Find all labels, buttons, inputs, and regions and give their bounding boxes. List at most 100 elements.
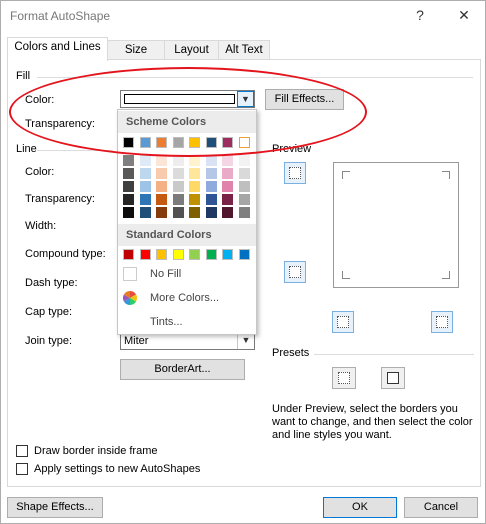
- tab-alt-text[interactable]: Alt Text: [218, 40, 270, 60]
- scheme-shade-swatch[interactable]: [172, 194, 184, 205]
- scheme-shade-swatch[interactable]: [205, 181, 217, 192]
- scheme-shade-swatch[interactable]: [189, 194, 200, 205]
- apply-new-autoshapes-checkbox[interactable]: [16, 463, 28, 475]
- right-border-button[interactable]: [431, 311, 453, 333]
- standard-color-swatch[interactable]: [156, 249, 167, 260]
- scheme-color-swatch[interactable]: [189, 137, 200, 148]
- standard-color-swatch[interactable]: [139, 249, 151, 260]
- chevron-down-icon[interactable]: ▼: [237, 333, 254, 349]
- border-bottom-icon: [289, 266, 301, 278]
- close-button[interactable]: ✕: [453, 5, 475, 25]
- scheme-color-swatch[interactable]: [222, 137, 233, 148]
- chevron-down-icon[interactable]: ▼: [237, 91, 254, 107]
- tab-colors-and-lines[interactable]: Colors and Lines: [7, 37, 108, 61]
- apply-new-autoshapes-label[interactable]: Apply settings to new AutoShapes: [34, 463, 200, 475]
- draw-border-inside-label[interactable]: Draw border inside frame: [34, 445, 158, 457]
- scheme-shade-swatch[interactable]: [238, 181, 250, 192]
- scheme-shade-swatch[interactable]: [205, 207, 217, 218]
- presets-divider: [314, 354, 474, 355]
- scheme-shade-swatch[interactable]: [156, 168, 167, 179]
- scheme-shade-swatch[interactable]: [222, 155, 233, 166]
- borderart-button[interactable]: BorderArt...: [120, 359, 245, 380]
- scheme-shade-swatch[interactable]: [222, 194, 233, 205]
- no-fill-item[interactable]: No Fill: [150, 268, 181, 280]
- line-divider: [37, 150, 113, 151]
- scheme-shade-swatch[interactable]: [222, 181, 233, 192]
- border-right-icon: [436, 316, 448, 328]
- tab-layout[interactable]: Layout: [164, 40, 219, 60]
- format-autoshape-dialog: Format AutoShape ? ✕ Colors and Lines Si…: [0, 0, 486, 524]
- scheme-shade-swatch[interactable]: [156, 181, 167, 192]
- scheme-shade-swatch[interactable]: [123, 207, 134, 218]
- scheme-shade-swatch[interactable]: [123, 168, 134, 179]
- cancel-button[interactable]: Cancel: [404, 497, 478, 518]
- scheme-shade-swatch[interactable]: [156, 207, 167, 218]
- scheme-shade-swatch[interactable]: [156, 155, 167, 166]
- corner-mark: [342, 271, 350, 279]
- fill-transparency-label: Transparency:: [25, 118, 95, 130]
- bottom-border-button[interactable]: [284, 261, 306, 283]
- help-button[interactable]: ?: [409, 5, 431, 25]
- line-width-label: Width:: [25, 220, 57, 232]
- draw-border-inside-checkbox[interactable]: [16, 445, 28, 457]
- scheme-shade-swatch[interactable]: [238, 194, 250, 205]
- scheme-color-swatch[interactable]: [172, 137, 184, 148]
- fill-effects-button[interactable]: Fill Effects...: [265, 89, 344, 110]
- standard-color-swatch[interactable]: [189, 249, 200, 260]
- preset-none-button[interactable]: [332, 367, 356, 389]
- standard-color-swatch[interactable]: [238, 249, 250, 260]
- scheme-shade-swatch[interactable]: [205, 194, 217, 205]
- scheme-shade-swatch[interactable]: [172, 168, 184, 179]
- fill-group-label: Fill: [16, 70, 31, 82]
- scheme-shade-swatch[interactable]: [238, 168, 250, 179]
- left-border-button[interactable]: [332, 311, 354, 333]
- scheme-shade-swatch[interactable]: [139, 168, 151, 179]
- scheme-shade-swatch[interactable]: [139, 194, 151, 205]
- scheme-color-swatch[interactable]: [205, 137, 217, 148]
- compound-type-label: Compound type:: [25, 248, 106, 260]
- more-colors-item[interactable]: More Colors...: [150, 292, 219, 304]
- scheme-shade-swatch[interactable]: [222, 168, 233, 179]
- tab-size[interactable]: Size: [107, 40, 165, 60]
- scheme-shade-swatch[interactable]: [238, 155, 250, 166]
- join-type-label: Join type:: [25, 335, 73, 347]
- fill-color-label: Color:: [25, 94, 55, 106]
- scheme-shade-swatch[interactable]: [123, 181, 134, 192]
- scheme-shade-swatch[interactable]: [189, 181, 200, 192]
- scheme-shade-swatch[interactable]: [238, 207, 250, 218]
- line-color-label: Color:: [25, 166, 55, 178]
- scheme-shade-swatch[interactable]: [222, 207, 233, 218]
- scheme-shade-swatch[interactable]: [172, 207, 184, 218]
- scheme-shade-swatch[interactable]: [139, 207, 151, 218]
- scheme-shade-swatch[interactable]: [172, 155, 184, 166]
- standard-color-swatch[interactable]: [172, 249, 184, 260]
- title-bar: Format AutoShape ? ✕: [1, 1, 485, 31]
- scheme-color-swatch[interactable]: [156, 137, 167, 148]
- standard-color-swatch[interactable]: [205, 249, 217, 260]
- scheme-shade-swatch[interactable]: [189, 155, 200, 166]
- dialog-title: Format AutoShape: [10, 9, 111, 23]
- tints-item[interactable]: Tints...: [150, 316, 183, 328]
- scheme-shade-swatch[interactable]: [139, 181, 151, 192]
- scheme-color-swatch[interactable]: [238, 137, 250, 148]
- scheme-shade-swatch[interactable]: [156, 194, 167, 205]
- standard-color-swatch[interactable]: [123, 249, 134, 260]
- presets-label: Presets: [272, 347, 310, 359]
- top-border-button[interactable]: [284, 162, 306, 184]
- scheme-shade-swatch[interactable]: [205, 155, 217, 166]
- scheme-shade-swatch[interactable]: [123, 194, 134, 205]
- scheme-color-swatch[interactable]: [123, 137, 134, 148]
- scheme-shade-swatch[interactable]: [123, 155, 134, 166]
- scheme-shade-swatch[interactable]: [189, 207, 200, 218]
- preset-box-button[interactable]: [381, 367, 405, 389]
- preview-box: [333, 162, 459, 288]
- fill-color-dropdown[interactable]: ▼: [120, 90, 255, 108]
- scheme-shade-swatch[interactable]: [189, 168, 200, 179]
- scheme-shade-swatch[interactable]: [172, 181, 184, 192]
- scheme-color-swatch[interactable]: [139, 137, 151, 148]
- ok-button[interactable]: OK: [323, 497, 397, 518]
- scheme-shade-swatch[interactable]: [205, 168, 217, 179]
- shape-effects-button[interactable]: Shape Effects...: [7, 497, 103, 518]
- standard-color-swatch[interactable]: [222, 249, 233, 260]
- scheme-shade-swatch[interactable]: [139, 155, 151, 166]
